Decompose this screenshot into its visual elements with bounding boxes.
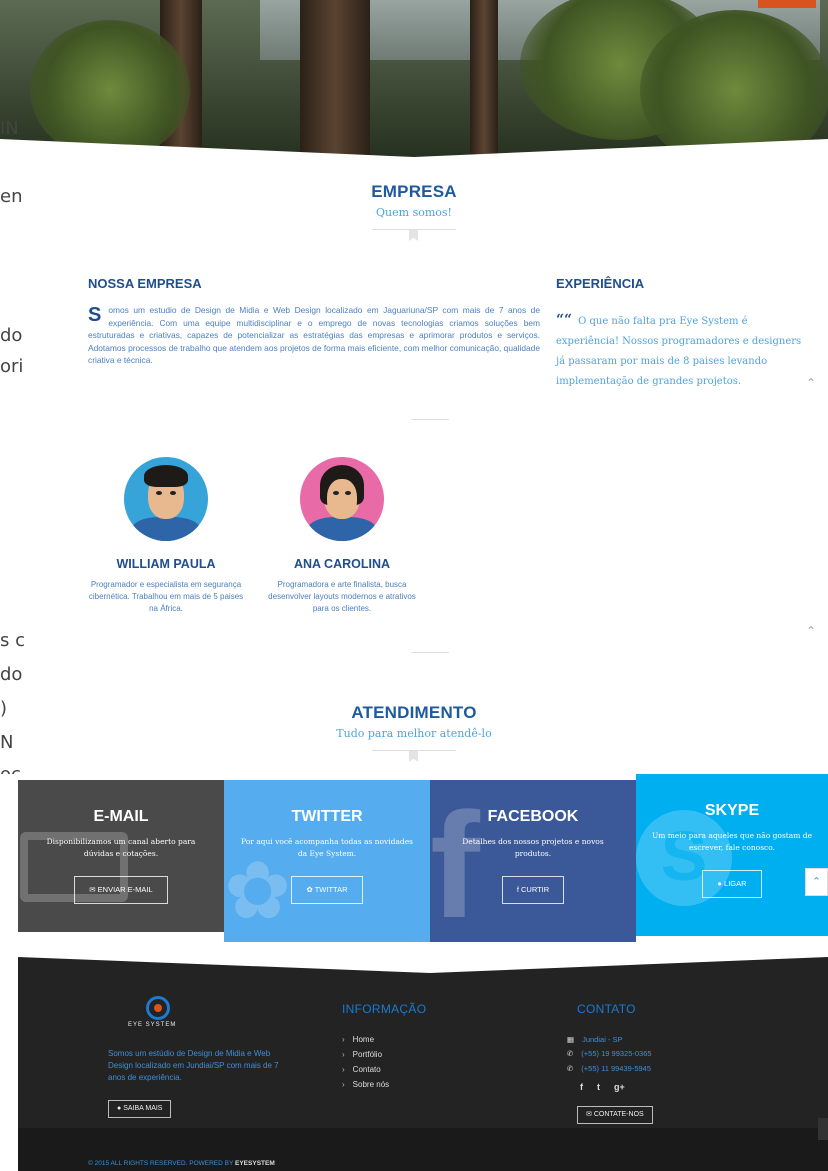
- scroll-up-icon[interactable]: ⌃: [806, 376, 816, 390]
- empresa-heading: EMPRESA Quem somos!: [0, 182, 828, 241]
- section-divider: [372, 750, 456, 762]
- footer-links: Home Portfólio Contato Sobre nós: [342, 1032, 389, 1092]
- bookmark-icon: [409, 230, 418, 241]
- section-subtitle: Quem somos!: [376, 206, 452, 219]
- phone-icon: ✆: [567, 1064, 574, 1073]
- building-icon: ▦: [567, 1035, 575, 1044]
- call-button[interactable]: ● LIGAR: [702, 870, 762, 898]
- scroll-up-icon[interactable]: ⌃: [806, 624, 816, 638]
- quote-text: O que não falta pra Eye System é experiê…: [556, 316, 802, 387]
- section-subtitle: Tudo para melhor atendê-lo: [336, 727, 492, 740]
- corner-button[interactable]: [818, 1118, 828, 1140]
- team-member: WILLIAM PAULA Programador e especialista…: [86, 457, 246, 615]
- skype-panel: S SKYPE Um meio para aqueles que não gos…: [636, 774, 828, 936]
- panel-description: Por aqui você acompanha todas as novidad…: [240, 837, 414, 858]
- powered-by-link[interactable]: EYESYSTEM: [235, 1160, 275, 1167]
- ghost-text: ori: [0, 356, 24, 377]
- nossa-empresa-text: Somos um estudio de Design de Midia e We…: [88, 304, 540, 367]
- ghost-text: do: [0, 325, 23, 346]
- footer-link-sobre[interactable]: Sobre nós: [342, 1077, 389, 1092]
- panel-title: SKYPE: [704, 802, 760, 819]
- footer-link-portfolio[interactable]: Portfólio: [342, 1047, 389, 1062]
- tweet-button[interactable]: ✿ TWITTAR: [291, 876, 363, 904]
- member-description: Programador e especialista em segurança …: [88, 580, 244, 613]
- social-google-plus-icon[interactable]: g+: [614, 1082, 625, 1092]
- panel-title: E-MAIL: [93, 808, 149, 825]
- divider: [411, 419, 449, 420]
- twitter-icon: ✿: [306, 885, 315, 894]
- avatar: [300, 457, 384, 541]
- info-title: INFORMAÇÃO: [342, 1002, 427, 1016]
- envelope-icon: ✉: [89, 885, 98, 894]
- copyright-text: © 2015 ALL RIGHTS RESERVED. POWERED BY E…: [88, 1160, 275, 1167]
- ghost-text: s c: [0, 630, 25, 651]
- team-member: ANA CAROLINA Programadora e arte finalis…: [262, 457, 422, 615]
- divider: [411, 652, 449, 653]
- avatar: [124, 457, 208, 541]
- footer-link-home[interactable]: Home: [342, 1032, 389, 1047]
- email-panel: E-MAIL Disponibilizamos um canal aberto …: [18, 780, 224, 932]
- contact-panels: E-MAIL Disponibilizamos um canal aberto …: [0, 760, 828, 950]
- member-name: ANA CAROLINA: [293, 557, 391, 571]
- eye-logo-icon: [146, 996, 170, 1020]
- contact-phone: ✆ (+55) 11 99439-5945: [567, 1064, 652, 1073]
- footer-link-contato[interactable]: Contato: [342, 1062, 389, 1077]
- section-divider: [372, 229, 456, 241]
- twitter-panel: ✿ TWITTER Por aqui você acompanha todas …: [224, 780, 430, 942]
- saiba-mais-button[interactable]: ● SAIBA MAIS: [108, 1100, 172, 1118]
- section-title: ATENDIMENTO: [351, 703, 477, 722]
- dropcap: S: [88, 304, 102, 326]
- contate-nos-button[interactable]: ✉ CONTATE-NOS: [577, 1106, 653, 1124]
- panel-description: Detalhes dos nossos projetos e novos pro…: [462, 837, 604, 858]
- panel-description: Disponibilizamos um canal aberto para dú…: [46, 837, 196, 858]
- panel-title: FACEBOOK: [487, 808, 579, 825]
- facebook-panel: f FACEBOOK Detalhes dos nossos projetos …: [430, 780, 636, 942]
- panel-title: TWITTER: [291, 808, 363, 825]
- contact-city: ▦ Jundiai - SP: [567, 1035, 623, 1044]
- hero-image: [0, 0, 828, 160]
- send-email-button[interactable]: ✉ ENVIAR E-MAIL: [74, 876, 168, 904]
- nossa-empresa-title: NOSSA EMPRESA: [88, 276, 202, 291]
- like-button[interactable]: f CURTIR: [501, 876, 565, 904]
- ghost-text: IN: [0, 118, 19, 139]
- ghost-text: do: [0, 664, 23, 685]
- phone-icon: ✆: [567, 1049, 574, 1058]
- member-name: WILLIAM PAULA: [116, 557, 216, 571]
- member-description: Programadora e arte finalista, busca des…: [268, 580, 416, 613]
- panel-description: Um meio para aqueles que não gostam de e…: [651, 831, 813, 852]
- experiencia-quote: ““ O que não falta pra Eye System é exper…: [556, 310, 804, 392]
- quote-icon: ““: [556, 312, 573, 328]
- section-title: EMPRESA: [371, 182, 457, 201]
- social-facebook-icon[interactable]: f: [580, 1082, 583, 1092]
- contact-phone: ✆ (+55) 19 99325-0365: [567, 1049, 652, 1058]
- envelope-icon: ✉: [586, 1111, 594, 1118]
- logo-text: EYE SYSTEM: [128, 1022, 177, 1028]
- experiencia-title: EXPERIÊNCIA: [556, 276, 645, 291]
- orange-tab: [758, 0, 816, 8]
- atendimento-heading: ATENDIMENTO Tudo para melhor atendê-lo: [0, 703, 828, 762]
- scroll-to-top-button[interactable]: ⌃: [805, 868, 828, 896]
- about-paragraph: omos um estudio de Design de Midia e Web…: [88, 305, 540, 365]
- contato-title: CONTATO: [577, 1002, 636, 1016]
- social-twitter-icon[interactable]: t: [597, 1082, 600, 1092]
- footer-about: Somos um estúdio de Design de Midia e We…: [108, 1049, 279, 1082]
